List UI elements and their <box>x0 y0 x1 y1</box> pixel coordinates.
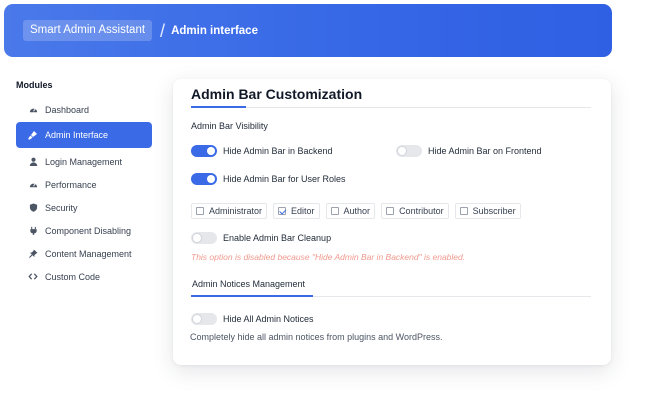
cleanup-label: Enable Admin Bar Cleanup <box>223 233 332 243</box>
checkbox[interactable] <box>196 207 204 215</box>
breadcrumb-separator: / <box>160 20 166 41</box>
role-contributor[interactable]: Contributor <box>381 203 449 219</box>
card-title: Admin Bar Customization <box>191 86 363 102</box>
title-divider <box>191 107 591 108</box>
checkbox[interactable] <box>459 207 468 215</box>
disabled-warning-text: This option is disabled because "Hide Ad… <box>191 252 466 262</box>
breadcrumb-app[interactable]: Smart Admin Assistant <box>23 20 153 41</box>
visibility-section-label: Admin Bar Visibility <box>191 121 268 131</box>
top-header: Smart Admin Assistant / Admin interface <box>4 4 612 57</box>
sidebar-heading: Modules <box>16 80 53 90</box>
gauge-icon <box>28 180 38 190</box>
sidebar-item-label: Content Management <box>45 248 132 259</box>
hide-frontend-label: Hide Admin Bar on Frontend <box>428 146 542 156</box>
sidebar-item-label: Security <box>45 202 78 213</box>
sidebar-item-dashboard[interactable]: Dashboard <box>16 98 152 121</box>
sidebar-item-label: Admin Interface <box>45 130 109 140</box>
plug-icon <box>28 226 38 236</box>
sidebar-item-label: Login Management <box>45 156 123 167</box>
sidebar-item-label: Dashboard <box>45 104 90 115</box>
role-editor[interactable]: Editor <box>273 203 320 219</box>
sidebar-item-label: Performance <box>45 179 97 190</box>
role-label: Author <box>343 206 371 216</box>
user-icon <box>28 157 38 167</box>
breadcrumb-current-page: Admin interface <box>171 24 258 37</box>
sidebar-item-content-management[interactable]: Content Management <box>16 242 152 265</box>
settings-card: Admin Bar Customization Admin Bar Visibi… <box>173 79 611 365</box>
role-author[interactable]: Author <box>325 203 376 219</box>
sidebar: Modules Dashboard Admin Interface Login … <box>16 78 152 288</box>
hide-frontend-toggle[interactable] <box>396 145 422 157</box>
sidebar-item-component-disabling[interactable]: Component Disabling <box>16 219 152 242</box>
checkbox[interactable] <box>386 207 395 215</box>
pin-icon <box>28 249 38 259</box>
role-label: Administrator <box>209 206 263 216</box>
sidebar-item-security[interactable]: Security <box>16 196 152 219</box>
hide-backend-row: Hide Admin Bar in Backend <box>191 145 333 157</box>
hide-roles-label: Hide Admin Bar for User Roles <box>223 174 346 184</box>
role-subscriber[interactable]: Subscriber <box>454 203 521 219</box>
brush-icon <box>28 130 38 140</box>
gauge-icon <box>28 105 38 115</box>
sidebar-item-label: Custom Code <box>45 271 101 282</box>
hide-notices-row: Hide All Admin Notices <box>191 313 314 325</box>
role-label: Subscriber <box>472 206 516 216</box>
hide-frontend-row: Hide Admin Bar on Frontend <box>396 145 542 157</box>
notices-description: Completely hide all admin notices from p… <box>190 332 443 342</box>
hide-backend-toggle[interactable] <box>191 145 217 157</box>
sidebar-item-admin-interface[interactable]: Admin Interface <box>16 122 152 148</box>
shield-icon <box>28 203 38 213</box>
hide-notices-label: Hide All Admin Notices <box>223 314 314 324</box>
notices-section-label: Admin Notices Management <box>192 279 306 289</box>
hide-backend-label: Hide Admin Bar in Backend <box>223 146 333 156</box>
role-checkbox-group: Administrator Editor Author Contributor … <box>191 203 527 219</box>
code-icon <box>28 272 38 282</box>
title-accent-underline <box>191 106 246 108</box>
sidebar-item-login-management[interactable]: Login Management <box>16 150 152 173</box>
checkbox-checked[interactable] <box>278 207 287 215</box>
checkbox[interactable] <box>330 207 339 215</box>
role-label: Editor <box>291 206 315 216</box>
hide-notices-toggle[interactable] <box>191 313 217 325</box>
hide-roles-toggle[interactable] <box>191 173 217 185</box>
notices-accent-underline <box>191 295 313 297</box>
cleanup-toggle[interactable] <box>191 232 217 244</box>
role-label: Contributor <box>399 206 444 216</box>
sidebar-item-custom-code[interactable]: Custom Code <box>16 265 152 288</box>
cleanup-row: Enable Admin Bar Cleanup <box>191 232 331 244</box>
sidebar-item-label: Component Disabling <box>45 225 132 236</box>
sidebar-item-performance[interactable]: Performance <box>16 173 152 196</box>
hide-roles-row: Hide Admin Bar for User Roles <box>191 173 346 185</box>
role-administrator[interactable]: Administrator <box>191 203 268 219</box>
